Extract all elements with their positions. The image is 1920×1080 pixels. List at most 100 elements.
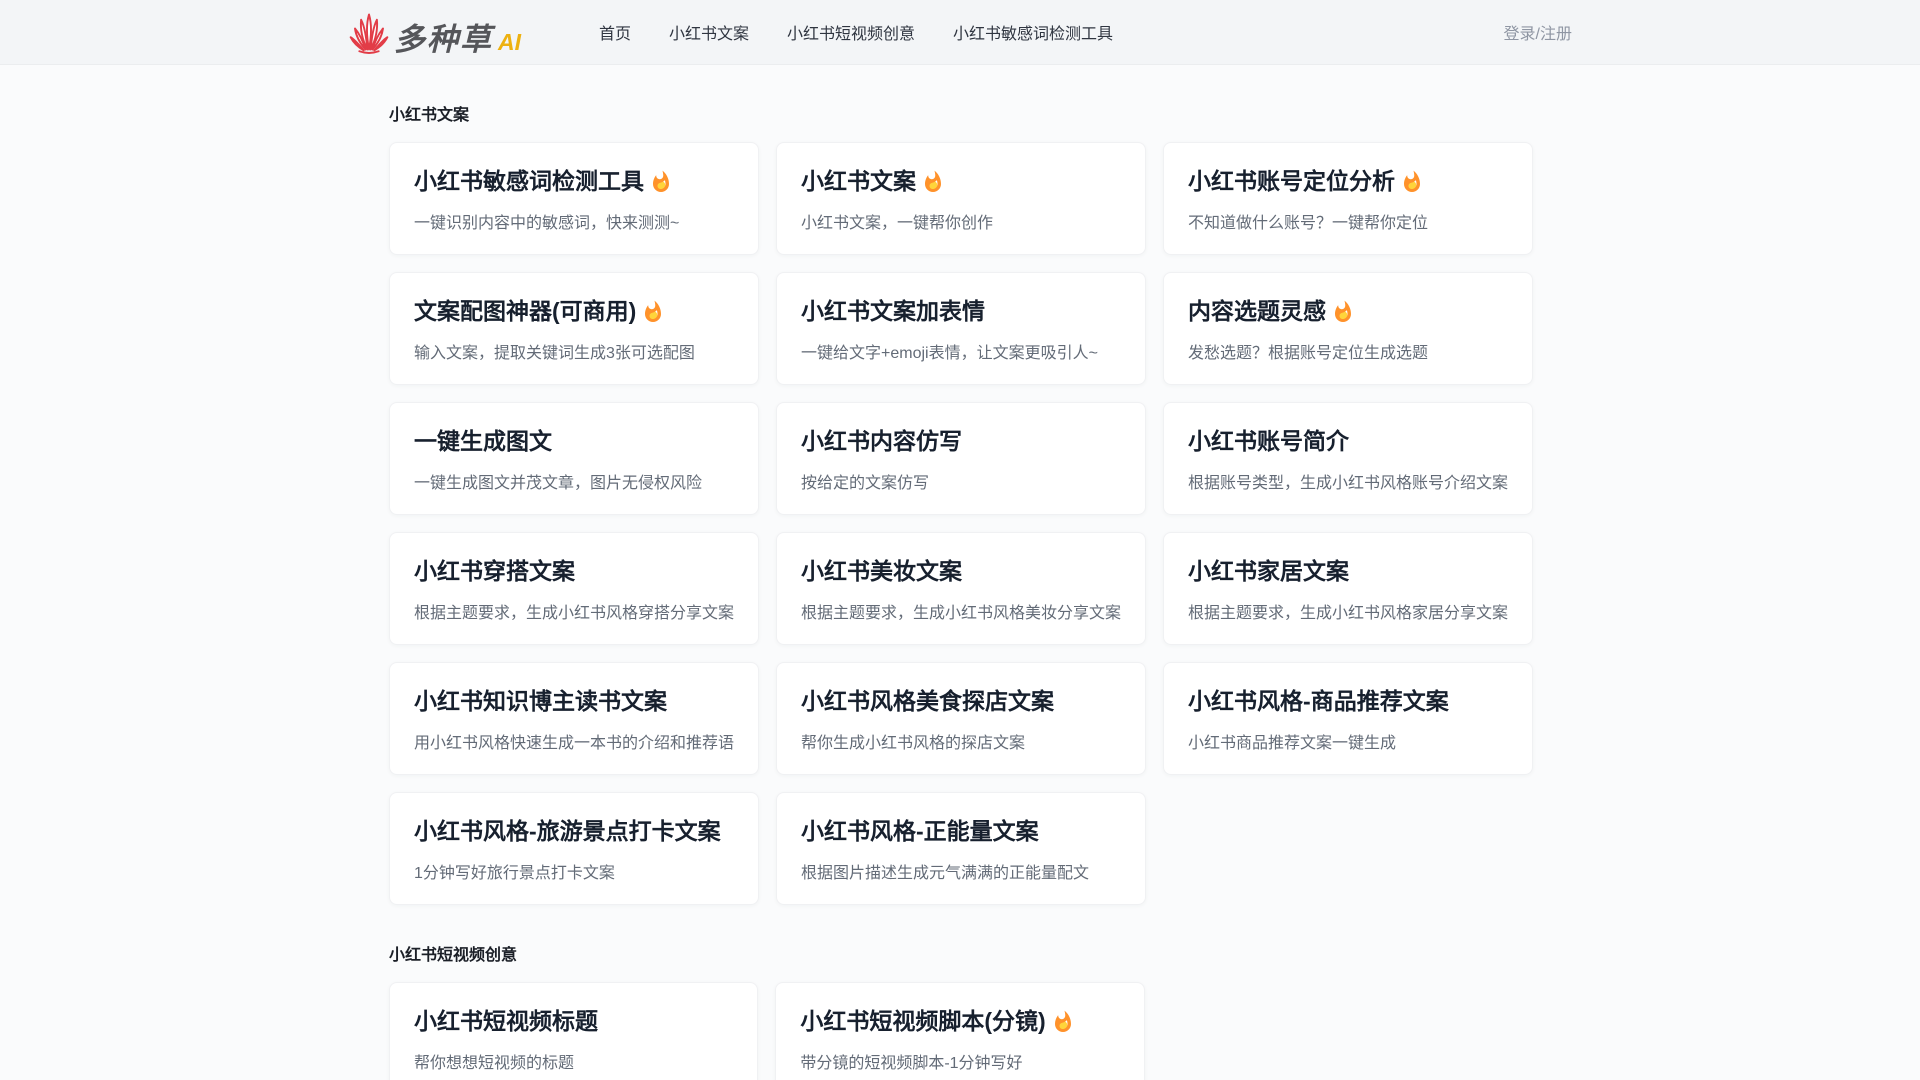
tool-section: 小红书文案 小红书敏感词检测工具 一键识别内容中的敏感词，快来测测~ 小红书文案 bbox=[389, 101, 1531, 905]
card-desc: 1分钟写好旅行景点打卡文案 bbox=[414, 859, 734, 883]
card-desc: 小红书文案，一键帮你创作 bbox=[801, 209, 1121, 233]
card-title: 文案配图神器(可商用) bbox=[414, 298, 734, 326]
card-title-text: 小红书账号定位分析 bbox=[1188, 168, 1395, 196]
card-title-text: 小红书文案 bbox=[801, 168, 916, 196]
card-title-text: 小红书敏感词检测工具 bbox=[414, 168, 644, 196]
card-title: 小红书风格美食探店文案 bbox=[801, 688, 1121, 716]
tool-card[interactable]: 内容选题灵感 发愁选题？根据账号定位生成选题 bbox=[1163, 272, 1533, 385]
card-title: 小红书短视频脚本(分镜) bbox=[800, 1008, 1119, 1036]
card-title: 小红书风格-商品推荐文案 bbox=[1188, 688, 1508, 716]
card-title: 内容选题灵感 bbox=[1188, 298, 1508, 326]
section-title: 小红书文案 bbox=[389, 101, 1531, 125]
card-desc: 输入文案，提取关键词生成3张可选配图 bbox=[414, 339, 734, 363]
card-title-text: 小红书美妆文案 bbox=[801, 558, 962, 586]
card-title-text: 小红书内容仿写 bbox=[801, 428, 962, 456]
card-desc: 用小红书风格快速生成一本书的介绍和推荐语 bbox=[414, 729, 734, 753]
card-title: 小红书风格-旅游景点打卡文案 bbox=[414, 818, 734, 846]
card-title: 小红书敏感词检测工具 bbox=[414, 168, 734, 196]
card-desc: 根据主题要求，生成小红书风格穿搭分享文案 bbox=[414, 599, 734, 623]
card-title: 小红书家居文案 bbox=[1188, 558, 1508, 586]
card-title-text: 小红书风格-正能量文案 bbox=[801, 818, 1039, 846]
tool-card[interactable]: 小红书美妆文案 根据主题要求，生成小红书风格美妆分享文案 bbox=[776, 532, 1146, 645]
card-title-text: 小红书短视频标题 bbox=[414, 1008, 598, 1036]
tool-card[interactable]: 小红书短视频标题 帮你想想短视频的标题 bbox=[389, 982, 758, 1080]
card-grid: 小红书敏感词检测工具 一键识别内容中的敏感词，快来测测~ 小红书文案 小红书文案… bbox=[389, 142, 1531, 905]
card-desc: 一键给文字+emoji表情，让文案更吸引人~ bbox=[801, 339, 1121, 363]
nav-link[interactable]: 小红书文案 bbox=[669, 26, 749, 43]
tool-card[interactable]: 一键生成图文 一键生成图文并茂文章，图片无侵权风险 bbox=[389, 402, 759, 515]
grass-logo-icon bbox=[348, 9, 390, 55]
login-register-link[interactable]: 登录/注册 bbox=[1504, 20, 1572, 44]
card-title-text: 小红书风格-旅游景点打卡文案 bbox=[414, 818, 721, 846]
card-title: 小红书穿搭文案 bbox=[414, 558, 734, 586]
card-desc: 不知道做什么账号？一键帮你定位 bbox=[1188, 209, 1508, 233]
fire-icon bbox=[1331, 300, 1355, 324]
card-desc: 按给定的文案仿写 bbox=[801, 469, 1121, 493]
nav-item: 小红书文案 bbox=[669, 20, 749, 44]
tool-card[interactable]: 小红书穿搭文案 根据主题要求，生成小红书风格穿搭分享文案 bbox=[389, 532, 759, 645]
nav-link[interactable]: 小红书敏感词检测工具 bbox=[953, 26, 1113, 43]
card-desc: 帮你生成小红书风格的探店文案 bbox=[801, 729, 1121, 753]
card-title-text: 文案配图神器(可商用) bbox=[414, 298, 636, 326]
tool-card[interactable]: 小红书文案 小红书文案，一键帮你创作 bbox=[776, 142, 1146, 255]
tools-main: 小红书文案 小红书敏感词检测工具 一键识别内容中的敏感词，快来测测~ 小红书文案 bbox=[389, 65, 1531, 1080]
tool-card[interactable]: 小红书内容仿写 按给定的文案仿写 bbox=[776, 402, 1146, 515]
card-title: 一键生成图文 bbox=[414, 428, 734, 456]
tool-card[interactable]: 小红书风格-正能量文案 根据图片描述生成元气满满的正能量配文 bbox=[776, 792, 1146, 905]
card-title-text: 内容选题灵感 bbox=[1188, 298, 1326, 326]
tool-card[interactable]: 小红书短视频脚本(分镜) 带分镜的短视频脚本-1分钟写好 bbox=[775, 982, 1144, 1080]
card-title-text: 小红书穿搭文案 bbox=[414, 558, 575, 586]
brand-name: 多种草 bbox=[394, 24, 493, 55]
nav-link[interactable]: 首页 bbox=[599, 26, 631, 43]
fire-icon bbox=[921, 170, 945, 194]
card-desc: 一键识别内容中的敏感词，快来测测~ bbox=[414, 209, 734, 233]
tool-card[interactable]: 文案配图神器(可商用) 输入文案，提取关键词生成3张可选配图 bbox=[389, 272, 759, 385]
card-desc: 发愁选题？根据账号定位生成选题 bbox=[1188, 339, 1508, 363]
tool-card[interactable]: 小红书风格美食探店文案 帮你生成小红书风格的探店文案 bbox=[776, 662, 1146, 775]
main-nav: 首页 小红书文案 小红书短视频创意 小红书敏感词检测工具 bbox=[599, 20, 1151, 44]
card-title-text: 小红书文案加表情 bbox=[801, 298, 985, 326]
tool-card[interactable]: 小红书敏感词检测工具 一键识别内容中的敏感词，快来测测~ bbox=[389, 142, 759, 255]
nav-item: 小红书短视频创意 bbox=[787, 20, 915, 44]
card-title-text: 小红书风格美食探店文案 bbox=[801, 688, 1054, 716]
card-title: 小红书美妆文案 bbox=[801, 558, 1121, 586]
card-grid: 小红书短视频标题 帮你想想短视频的标题 小红书短视频脚本(分镜) 带分镜的短视频… bbox=[389, 982, 1531, 1080]
tool-card[interactable]: 小红书账号简介 根据账号类型，生成小红书风格账号介绍文案 bbox=[1163, 402, 1533, 515]
card-desc: 根据主题要求，生成小红书风格美妆分享文案 bbox=[801, 599, 1121, 623]
brand-logo[interactable]: 多种草 AI bbox=[348, 9, 521, 55]
section-title: 小红书短视频创意 bbox=[389, 941, 1531, 965]
tool-card[interactable]: 小红书知识博主读书文案 用小红书风格快速生成一本书的介绍和推荐语 bbox=[389, 662, 759, 775]
card-desc: 根据主题要求，生成小红书风格家居分享文案 bbox=[1188, 599, 1508, 623]
card-title-text: 小红书账号简介 bbox=[1188, 428, 1349, 456]
brand-suffix: AI bbox=[498, 30, 521, 55]
tool-section: 小红书短视频创意 小红书短视频标题 帮你想想短视频的标题 小红书短视频脚本(分镜… bbox=[389, 941, 1531, 1080]
card-title: 小红书风格-正能量文案 bbox=[801, 818, 1121, 846]
card-title-text: 一键生成图文 bbox=[414, 428, 552, 456]
tool-card[interactable]: 小红书文案加表情 一键给文字+emoji表情，让文案更吸引人~ bbox=[776, 272, 1146, 385]
fire-icon bbox=[1400, 170, 1424, 194]
nav-item: 小红书敏感词检测工具 bbox=[953, 20, 1113, 44]
card-desc: 带分镜的短视频脚本-1分钟写好 bbox=[800, 1049, 1119, 1073]
card-title: 小红书内容仿写 bbox=[801, 428, 1121, 456]
card-desc: 根据账号类型，生成小红书风格账号介绍文案 bbox=[1188, 469, 1508, 493]
top-header: 多种草 AI 首页 小红书文案 小红书短视频创意 小红书敏感词检测工具 登录/注册 bbox=[0, 0, 1920, 65]
card-desc: 根据图片描述生成元气满满的正能量配文 bbox=[801, 859, 1121, 883]
card-desc: 小红书商品推荐文案一键生成 bbox=[1188, 729, 1508, 753]
card-title: 小红书知识博主读书文案 bbox=[414, 688, 734, 716]
tool-card[interactable]: 小红书家居文案 根据主题要求，生成小红书风格家居分享文案 bbox=[1163, 532, 1533, 645]
fire-icon bbox=[1051, 1010, 1075, 1034]
nav-link[interactable]: 小红书短视频创意 bbox=[787, 26, 915, 43]
tool-card[interactable]: 小红书账号定位分析 不知道做什么账号？一键帮你定位 bbox=[1163, 142, 1533, 255]
card-title: 小红书账号定位分析 bbox=[1188, 168, 1508, 196]
tool-card[interactable]: 小红书风格-旅游景点打卡文案 1分钟写好旅行景点打卡文案 bbox=[389, 792, 759, 905]
card-title: 小红书短视频标题 bbox=[414, 1008, 733, 1036]
card-desc: 一键生成图文并茂文章，图片无侵权风险 bbox=[414, 469, 734, 493]
card-desc: 帮你想想短视频的标题 bbox=[414, 1049, 733, 1073]
tool-card[interactable]: 小红书风格-商品推荐文案 小红书商品推荐文案一键生成 bbox=[1163, 662, 1533, 775]
nav-item: 首页 bbox=[599, 20, 631, 44]
fire-icon bbox=[641, 300, 665, 324]
card-title-text: 小红书风格-商品推荐文案 bbox=[1188, 688, 1449, 716]
card-title-text: 小红书知识博主读书文案 bbox=[414, 688, 667, 716]
fire-icon bbox=[649, 170, 673, 194]
card-title: 小红书文案加表情 bbox=[801, 298, 1121, 326]
